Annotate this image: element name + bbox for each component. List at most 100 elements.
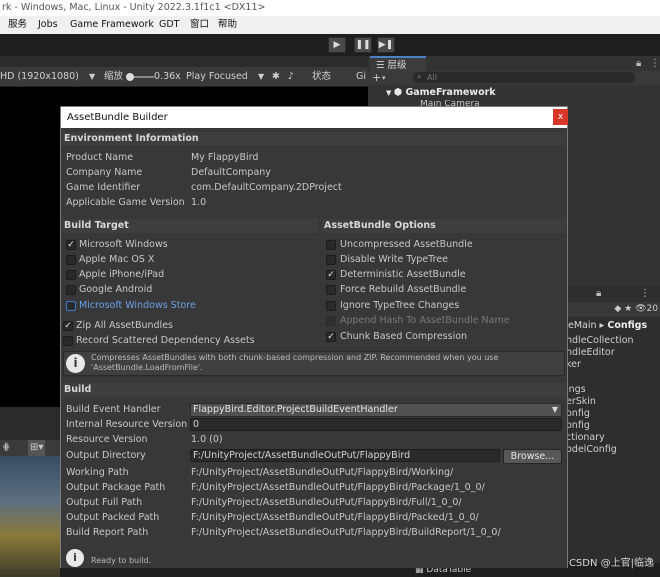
step-icon[interactable]: ▶❚: [377, 37, 395, 53]
chevron-right-icon: ▸: [596, 320, 608, 331]
add-button[interactable]: +: [372, 71, 381, 84]
internal-version-input[interactable]: 0: [190, 418, 562, 431]
browse-button[interactable]: Browse...: [503, 449, 562, 464]
checkbox-windows[interactable]: ✓: [66, 240, 76, 250]
checkbox-append-hash[interactable]: [326, 316, 336, 326]
tab-hierarchy[interactable]: ☰ 层级: [370, 56, 426, 71]
output-package-path-value: F:/UnityProject/AssetBundleOutPut/Flappy…: [191, 482, 485, 493]
checkbox-chunk-compression[interactable]: ✓: [326, 332, 336, 342]
bug-icon[interactable]: ✱: [272, 67, 280, 87]
checkbox-uncompressed[interactable]: [326, 240, 336, 250]
checkbox-deterministic[interactable]: ✓: [326, 270, 336, 280]
list-item[interactable]: onfig: [566, 420, 660, 432]
menu-gdt[interactable]: GDT: [159, 16, 179, 34]
output-full-path-label: Output Full Path: [66, 497, 143, 508]
list-item[interactable]: odelConfig: [566, 444, 660, 456]
tag-icon[interactable]: ◆: [614, 304, 624, 314]
info-icon: i: [66, 549, 84, 567]
more-icon[interactable]: ⋮: [640, 288, 650, 299]
chevron-down-icon: ▼: [386, 89, 394, 97]
checkbox-force-rebuild[interactable]: [326, 285, 336, 295]
lock-icon[interactable]: 🔒︎: [596, 288, 601, 299]
play-mode-dropdown[interactable]: Play Focused: [186, 67, 248, 87]
hierarchy-search-input[interactable]: All: [413, 72, 635, 83]
checkbox-macos[interactable]: [66, 255, 76, 265]
mute-icon[interactable]: ♪: [288, 67, 294, 87]
output-package-path-label: Output Package Path: [66, 482, 166, 493]
close-button[interactable]: x: [553, 109, 568, 125]
hierarchy-item-gameframework[interactable]: ▼ ⬢ GameFramework: [386, 86, 646, 99]
checkbox-android[interactable]: [66, 285, 76, 295]
product-name-value: My FlappyBird: [191, 152, 259, 163]
output-packed-path-label: Output Packed Path: [66, 512, 160, 523]
checkbox-windows-store[interactable]: [66, 301, 76, 311]
menu-help[interactable]: 帮助: [218, 16, 237, 34]
menu-window[interactable]: 窗口: [190, 16, 209, 34]
checkbox-ios[interactable]: [66, 270, 76, 280]
play-icon[interactable]: ▶: [328, 37, 346, 53]
scene-toolbar: ⋕ ⊞▾: [0, 440, 60, 456]
scale-value: 0.36x: [154, 71, 181, 82]
option-ignore-typetree-label: Ignore TypeTree Changes: [340, 300, 460, 311]
target-android-label: Google Android: [79, 284, 153, 295]
internal-version-label: Internal Resource Version: [66, 419, 188, 430]
build-header: Build: [62, 383, 566, 397]
breadcrumb-current[interactable]: Configs: [607, 320, 647, 331]
list-item[interactable]: onfig: [566, 408, 660, 420]
chevron-down-icon: ▼: [89, 72, 96, 81]
output-full-path-value: F:/UnityProject/AssetBundleOutPut/Flappy…: [191, 497, 462, 508]
hierarchy-item-label: GameFramework: [405, 87, 496, 98]
menu-jobs[interactable]: Jobs: [38, 16, 58, 34]
target-windows-store-label: Microsoft Windows Store: [79, 300, 196, 311]
layout-icon[interactable]: ⊞▾: [28, 440, 46, 456]
resource-version-value: 1.0 (0): [191, 434, 223, 445]
more-icon[interactable]: ⋮: [650, 58, 660, 69]
slider-handle[interactable]: [126, 73, 134, 81]
company-name-value: DefaultCompany: [191, 167, 271, 178]
checkbox-ignore-typetree[interactable]: [326, 301, 336, 311]
option-force-rebuild-label: Force Rebuild AssetBundle: [340, 284, 467, 295]
option-deterministic-label: Deterministic AssetBundle: [340, 269, 466, 280]
stats-button[interactable]: 状态: [312, 67, 331, 87]
menu-services[interactable]: 服务: [8, 16, 27, 34]
checkbox-zip-all[interactable]: ✓: [63, 321, 73, 331]
build-report-path-label: Build Report Path: [66, 527, 149, 538]
list-item[interactable]: ndleEditor: [566, 347, 660, 359]
star-icon[interactable]: ★: [624, 304, 635, 314]
list-item[interactable]: ctionary: [566, 432, 660, 444]
output-directory-label: Output Directory: [66, 450, 146, 461]
breadcrumb-parent[interactable]: eMain: [568, 320, 597, 331]
resource-version-label: Resource Version: [66, 434, 148, 445]
option-uncompressed-label: Uncompressed AssetBundle: [340, 239, 473, 250]
search-icon: ⌕: [417, 72, 422, 81]
asset-count: 20: [646, 304, 658, 314]
checkbox-record-scattered[interactable]: [63, 336, 73, 346]
play-toolbar: ▶ ❚❚ ▶❚: [0, 34, 660, 56]
assetbundle-options-header: AssetBundle Options: [322, 219, 566, 233]
build-event-handler-dropdown[interactable]: FlappyBird.Editor.ProjectBuildEventHandl…: [190, 403, 562, 417]
window-title: rk - Windows, Mac, Linux - Unity 2022.3.…: [0, 0, 660, 16]
game-view-toolbar: HD (1920x1080) ▼ 缩放 0.36x Play Focused ▼…: [0, 67, 368, 87]
zip-all-label: Zip All AssetBundles: [76, 320, 173, 331]
checkbox-disable-typetree[interactable]: [326, 255, 336, 265]
status-text: Ready to build.: [91, 556, 152, 565]
chevron-down-icon: ▼: [258, 72, 265, 81]
list-item[interactable]: ndleCollection: [566, 335, 660, 347]
eye-icon[interactable]: 👁︎: [635, 304, 646, 314]
list-item[interactable]: erSkin: [566, 396, 660, 408]
lock-icon[interactable]: 🔒︎: [636, 58, 641, 69]
output-directory-input[interactable]: F:/UnityProject/AssetBundleOutPut/Flappy…: [190, 449, 500, 462]
pause-icon[interactable]: ❚❚: [354, 37, 372, 53]
list-icon: ☰: [376, 60, 388, 71]
record-scattered-label: Record Scattered Dependency Assets: [76, 335, 255, 346]
list-item[interactable]: ker: [566, 359, 660, 371]
list-item[interactable]: ings: [566, 384, 660, 396]
build-target-header: Build Target: [62, 219, 318, 233]
game-version-label: Applicable Game Version: [66, 197, 185, 208]
resolution-dropdown[interactable]: HD (1920x1080): [0, 67, 79, 87]
menu-game-framework[interactable]: Game Framework: [70, 16, 154, 34]
output-packed-path-value: F:/UnityProject/AssetBundleOutPut/Flappy…: [191, 512, 479, 523]
help-text: Compresses AssetBundles with both chunk-…: [91, 353, 499, 372]
gizmos-button[interactable]: Gi: [356, 67, 366, 87]
grid-icon[interactable]: ⋕: [2, 440, 10, 456]
